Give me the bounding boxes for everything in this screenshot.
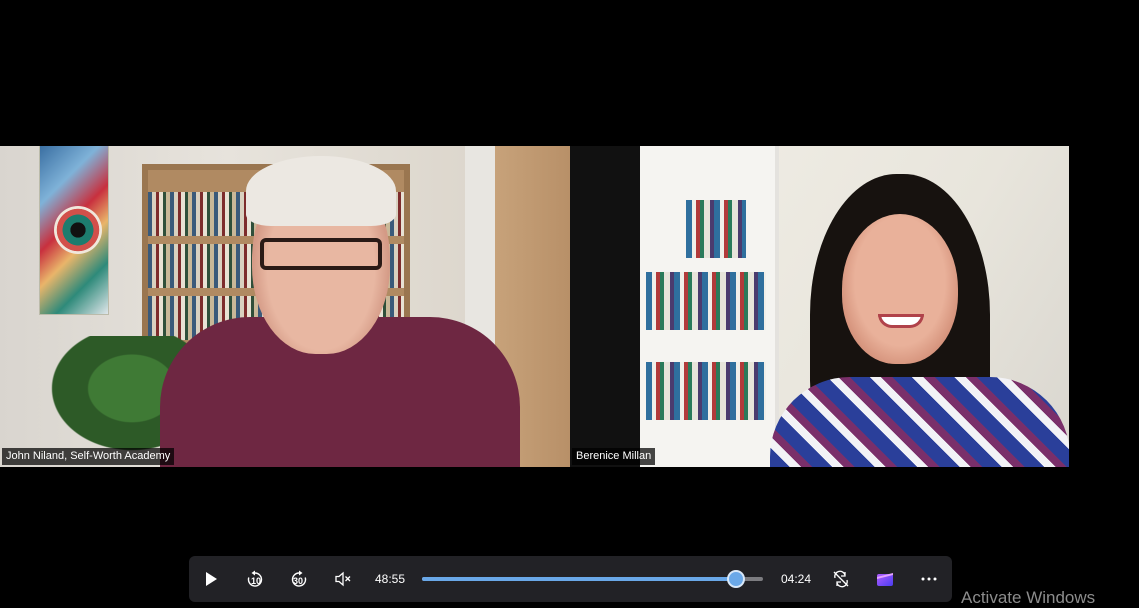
mute-button[interactable] — [331, 567, 355, 591]
repeat-button[interactable] — [829, 567, 853, 591]
participant-video-john — [160, 156, 520, 467]
elapsed-time: 48:55 — [375, 572, 406, 586]
participant-name-tag: John Niland, Self-Worth Academy — [2, 448, 175, 465]
participant-name-tag: Berenice Millan — [572, 448, 656, 465]
media-control-bar: 10 30 48:55 04:24 — [189, 556, 952, 602]
more-options-button[interactable] — [917, 567, 941, 591]
play-button[interactable] — [199, 567, 223, 591]
seek-progress — [422, 577, 736, 581]
skip-forward-seconds: 30 — [293, 576, 304, 586]
mute-icon — [335, 571, 351, 587]
skip-back-button[interactable]: 10 — [243, 567, 267, 591]
video-tile-john-niland: John Niland, Self-Worth Academy — [0, 146, 570, 467]
more-icon — [921, 577, 937, 581]
participant-video-berenice — [770, 174, 1069, 467]
play-icon — [206, 572, 217, 586]
remaining-time: 04:24 — [781, 572, 812, 586]
eye-painting — [40, 146, 108, 314]
repeat-off-icon — [833, 570, 849, 588]
bookshelf — [640, 146, 779, 467]
video-tile-berenice-millan: Berenice Millan — [570, 146, 1069, 467]
seek-thumb[interactable] — [728, 572, 743, 586]
windows-activation-watermark: Activate Windows — [961, 588, 1096, 607]
clipchamp-icon — [877, 573, 893, 586]
clipchamp-button[interactable] — [873, 567, 897, 591]
skip-back-seconds: 10 — [251, 576, 262, 586]
seek-bar[interactable] — [422, 572, 763, 586]
skip-forward-button[interactable]: 30 — [287, 567, 311, 591]
